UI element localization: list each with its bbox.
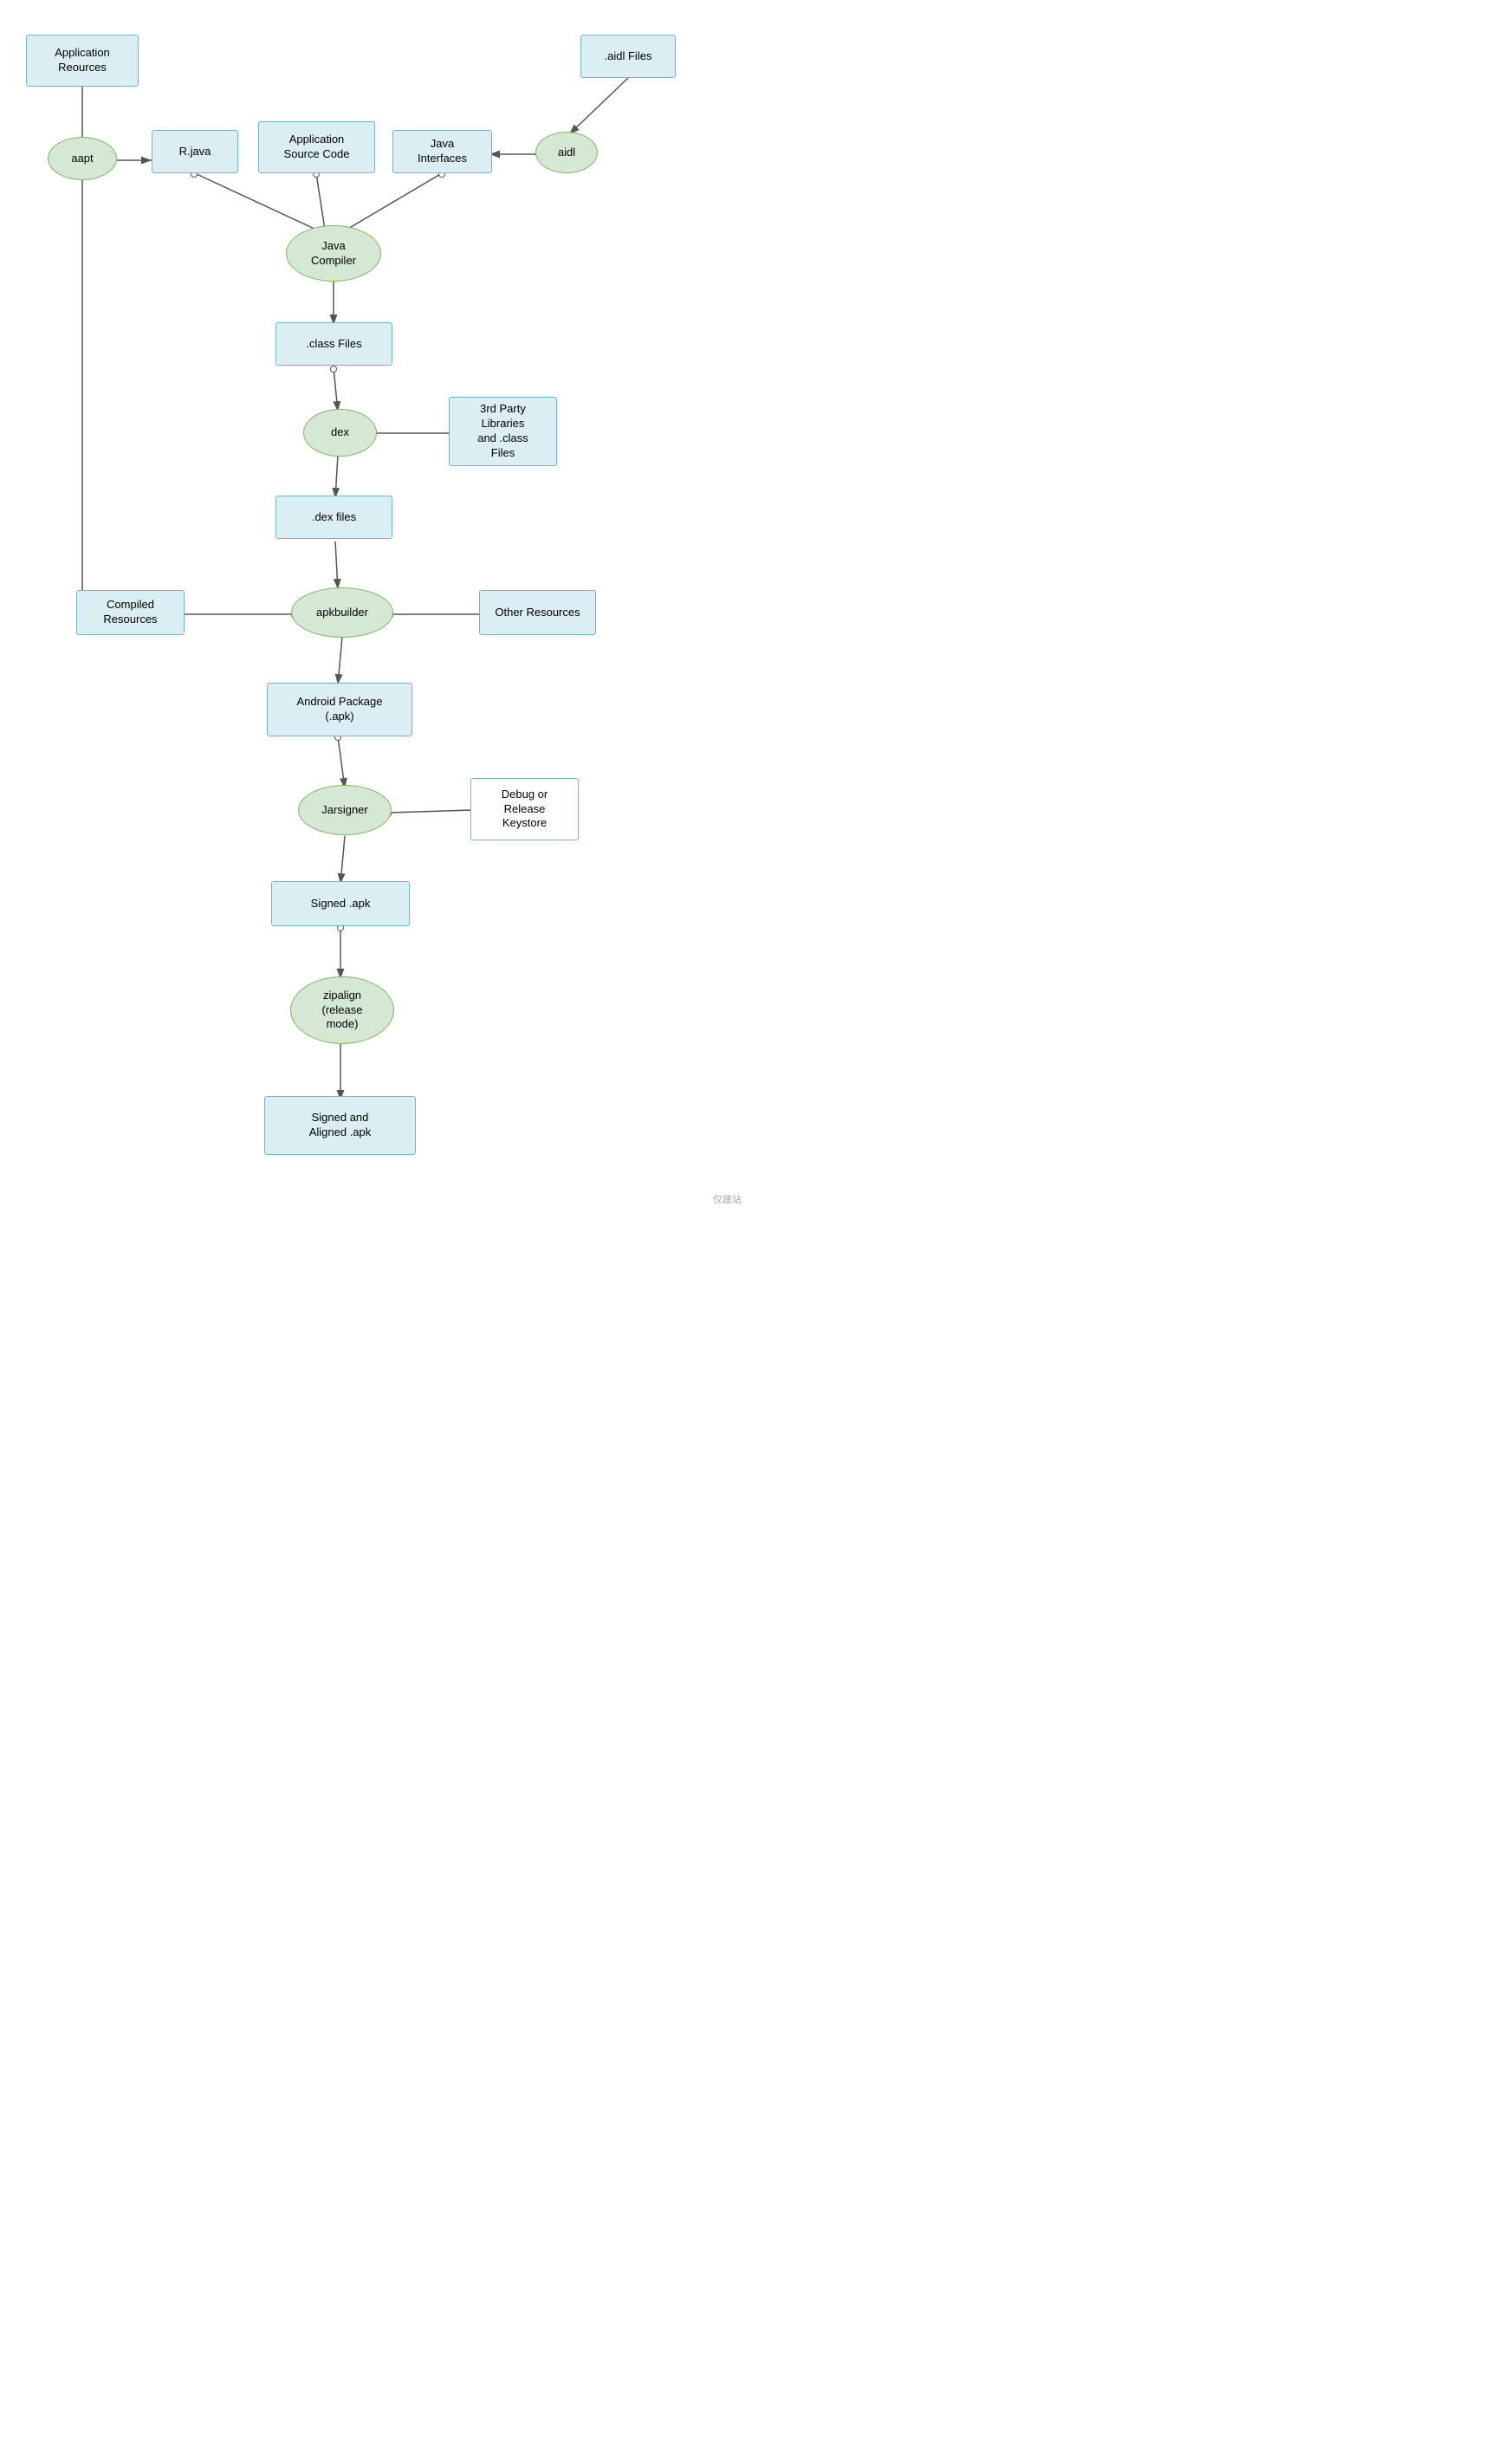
class-files-node: .class Files <box>275 322 392 366</box>
app-resources-node: Application Reources <box>26 35 139 87</box>
apkbuilder-node: apkbuilder <box>291 587 393 638</box>
aidl-files-node: .aidl Files <box>580 35 676 78</box>
aidl-tool-node: aidl <box>535 132 598 173</box>
aapt-node: aapt <box>48 137 117 180</box>
jarsigner-node: Jarsigner <box>298 785 392 835</box>
signed-aligned-node: Signed andAligned .apk <box>264 1096 416 1155</box>
zipalign-node: zipalign(releasemode) <box>290 976 394 1044</box>
connector-circle <box>330 366 337 373</box>
java-compiler-node: JavaCompiler <box>286 225 381 282</box>
watermark: 仅建站 <box>713 1192 742 1206</box>
compiled-resources-node: CompiledResources <box>76 590 185 635</box>
other-resources-node: Other Resources <box>479 590 596 635</box>
debug-keystore-node: Debug orReleaseKeystore <box>470 778 579 840</box>
signed-apk-node: Signed .apk <box>271 881 410 926</box>
third-party-node: 3rd PartyLibrariesand .classFiles <box>449 397 557 466</box>
app-source-code-node: ApplicationSource Code <box>258 121 375 173</box>
dex-node: dex <box>303 409 377 457</box>
java-interfaces-node: JavaInterfaces <box>392 130 492 173</box>
dex-files-node: .dex files <box>275 496 392 539</box>
diagram-container: Application Reources .aidl Files aapt R.… <box>0 0 748 1213</box>
android-package-node: Android Package(.apk) <box>267 683 412 736</box>
r-java-node: R.java <box>152 130 238 173</box>
